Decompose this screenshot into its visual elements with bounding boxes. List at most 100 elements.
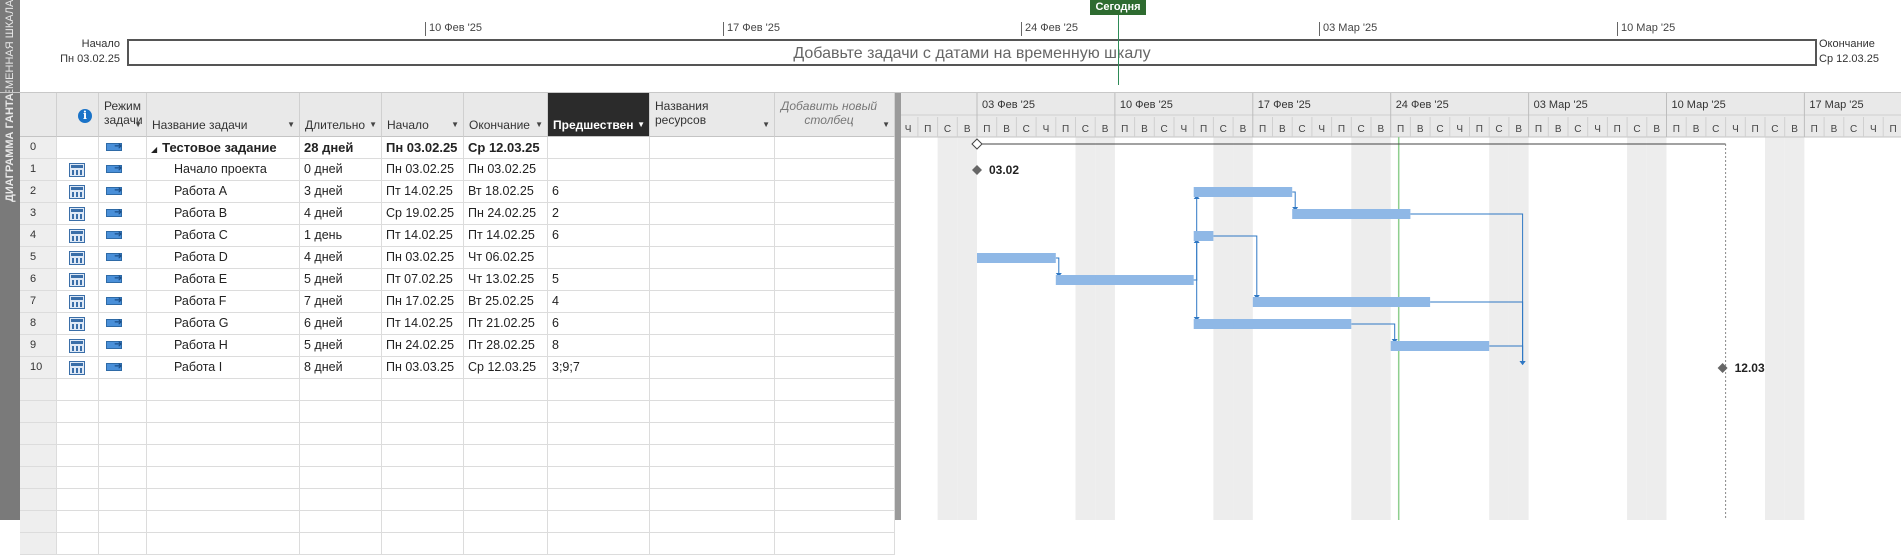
auto-schedule-mode-icon[interactable] [99,489,147,510]
finish-cell[interactable] [464,467,548,488]
duration-cell[interactable] [300,423,382,444]
predecessors-cell[interactable] [548,533,650,554]
resources-cell[interactable] [650,357,775,378]
start-cell[interactable]: Пн 24.02.25 [382,335,464,356]
task-row[interactable]: 3 Работа B 4 дней Ср 19.02.25 Пн 24.02.25 2 [20,203,895,225]
finish-cell[interactable] [464,511,548,532]
empty-row[interactable] [20,533,895,555]
resources-cell[interactable] [650,401,775,422]
task-name-cell[interactable]: Работа A [147,181,300,202]
start-cell[interactable]: Пн 03.02.25 [382,159,464,180]
task-indicator-icon[interactable] [57,467,99,488]
task-row[interactable]: 1 Начало проекта 0 дней Пн 03.02.25 Пн 03.02… [20,159,895,181]
resources-cell[interactable] [650,335,775,356]
task-name-cell[interactable]: Работа C [147,225,300,246]
task-bar[interactable] [1055,275,1194,285]
auto-schedule-mode-cell[interactable] [99,269,147,290]
finish-cell[interactable]: Вт 18.02.25 [464,181,548,202]
chevron-down-icon[interactable]: ▼ [535,120,543,129]
new-column-cell[interactable] [775,137,895,158]
resources-cell[interactable] [650,291,775,312]
start-cell[interactable]: Пн 17.02.25 [382,291,464,312]
auto-schedule-mode-cell[interactable] [99,291,147,312]
predecessors-cell[interactable] [548,401,650,422]
task-name-cell[interactable] [147,533,300,554]
task-indicator-icon[interactable] [57,379,99,400]
resources-cell[interactable] [650,445,775,466]
task-row[interactable]: 7 Работа F 7 дней Пн 17.02.25 Вт 25.02.25 4 [20,291,895,313]
new-column-cell[interactable] [775,445,895,466]
new-column-cell[interactable] [775,423,895,444]
new-column-cell[interactable] [775,335,895,356]
predecessors-cell[interactable]: 6 [548,313,650,334]
finish-cell[interactable]: Пн 03.02.25 [464,159,548,180]
duration-cell[interactable]: 0 дней [300,159,382,180]
task-bar[interactable] [1252,297,1431,307]
finish-cell[interactable] [464,489,548,510]
task-row[interactable]: 6 Работа E 5 дней Пт 07.02.25 Чт 13.02.25 5 [20,269,895,291]
finish-cell[interactable] [464,401,548,422]
finish-cell[interactable] [464,423,548,444]
finish-cell[interactable] [464,379,548,400]
predecessors-cell[interactable]: 6 [548,181,650,202]
task-name-cell[interactable] [147,401,300,422]
duration-cell[interactable] [300,533,382,554]
task-bar[interactable] [977,253,1056,263]
predecessors-cell[interactable] [548,137,650,158]
start-cell[interactable]: Пн 03.02.25 [382,137,464,158]
new-column-cell[interactable] [775,511,895,532]
finish-cell[interactable] [464,533,548,554]
predecessors-cell[interactable] [548,467,650,488]
finish-cell[interactable]: Пн 24.02.25 [464,203,548,224]
auto-schedule-mode-cell[interactable] [99,357,147,378]
auto-schedule-mode-cell[interactable] [99,181,147,202]
task-bar[interactable] [1390,341,1490,351]
auto-schedule-mode-icon[interactable] [99,137,147,158]
task-row[interactable]: 4 Работа C 1 день Пт 14.02.25 Пт 14.02.25 6 [20,225,895,247]
task-row[interactable]: 0 ◢ Тестовое задание 28 дней Пн 03.02.25 Ср 1… [20,137,895,159]
auto-schedule-mode-icon[interactable] [99,423,147,444]
task-name-cell[interactable]: Работа D [147,247,300,268]
auto-schedule-mode-icon[interactable] [99,445,147,466]
resources-cell[interactable] [650,467,775,488]
task-bar[interactable] [1193,187,1293,197]
new-column-cell[interactable] [775,533,895,554]
start-cell[interactable]: Пт 07.02.25 [382,269,464,290]
new-column-cell[interactable] [775,159,895,180]
task-name-cell[interactable]: ◢ Тестовое задание [147,137,300,158]
task-indicator-icon[interactable] [57,489,99,510]
chevron-down-icon[interactable]: ▼ [882,120,890,129]
resources-cell[interactable] [650,313,775,334]
auto-schedule-mode-icon[interactable] [99,379,147,400]
start-cell[interactable]: Ср 19.02.25 [382,203,464,224]
auto-schedule-mode-icon[interactable] [99,511,147,532]
auto-schedule-mode-icon[interactable] [99,401,147,422]
resources-cell[interactable] [650,379,775,400]
duration-cell[interactable] [300,511,382,532]
predecessors-cell[interactable] [548,379,650,400]
predecessors-cell[interactable]: 8 [548,335,650,356]
duration-cell[interactable]: 4 дней [300,247,382,268]
task-name-cell[interactable] [147,489,300,510]
new-column-cell[interactable] [775,225,895,246]
chevron-down-icon[interactable]: ▼ [451,120,459,129]
resources-cell[interactable] [650,181,775,202]
empty-row[interactable] [20,423,895,445]
predecessors-cell[interactable] [548,445,650,466]
task-indicator-cell[interactable] [57,181,99,202]
column-header-finish[interactable]: Окончание ▼ [464,93,548,137]
task-bar[interactable] [1292,209,1411,219]
new-column-cell[interactable] [775,291,895,312]
empty-row[interactable] [20,445,895,467]
task-indicator-cell[interactable] [57,269,99,290]
start-cell[interactable]: Пн 03.02.25 [382,247,464,268]
duration-cell[interactable]: 5 дней [300,335,382,356]
task-name-cell[interactable]: Работа B [147,203,300,224]
auto-schedule-mode-cell[interactable] [99,159,147,180]
start-cell[interactable] [382,511,464,532]
empty-row[interactable] [20,489,895,511]
start-cell[interactable]: Пт 14.02.25 [382,181,464,202]
predecessors-cell[interactable]: 4 [548,291,650,312]
collapse-triangle-icon[interactable]: ◢ [151,145,157,154]
task-indicator-cell[interactable] [57,159,99,180]
